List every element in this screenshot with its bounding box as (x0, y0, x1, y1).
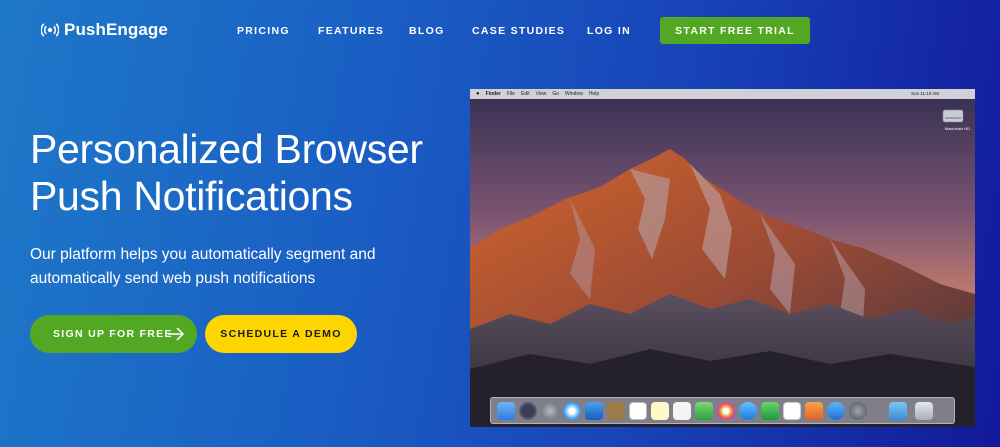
facetime-icon (761, 402, 779, 420)
nav-link-pricing[interactable]: PRICING (237, 25, 290, 37)
safari-icon (563, 402, 581, 420)
menu-item-help: Help (588, 91, 600, 97)
sign-up-button-label: SIGN UP FOR FREE (53, 328, 173, 340)
top-navigation: PushEngage PRICING FEATURES BLOG CASE ST… (0, 0, 1000, 62)
app-store-icon (827, 402, 845, 420)
hard-drive-icon (942, 109, 964, 123)
menu-item-edit: Edit (520, 91, 530, 97)
nav-link-features[interactable]: FEATURES (318, 25, 384, 37)
product-screenshot: ● Finder File Edit View Go Window Help S… (470, 89, 975, 427)
hero-headline: Personalized Browser Push Notifications (30, 126, 460, 220)
hero-headline-line-2: Push Notifications (30, 173, 353, 219)
broadcast-icon (40, 21, 60, 39)
schedule-demo-button[interactable]: SCHEDULE A DEMO (205, 315, 357, 353)
photos-icon (717, 402, 735, 420)
brand-name: PushEngage (64, 20, 168, 39)
apple-icon: ● (476, 91, 480, 97)
hero-subtext-line-1: Our platform helps you automatically seg… (30, 246, 376, 263)
ibooks-icon (805, 402, 823, 420)
hero-headline-line-1: Personalized Browser (30, 126, 423, 172)
notes-icon (651, 402, 669, 420)
itunes-icon (783, 402, 801, 420)
calendar-icon (629, 402, 647, 420)
menu-bar-clock: Sun 11:10 AM (911, 91, 939, 96)
siri-icon (519, 402, 537, 420)
desktop-icon-label: Macintosh HD (944, 126, 970, 131)
nav-link-blog[interactable]: BLOG (409, 25, 445, 37)
menu-item-finder: Finder (485, 91, 501, 97)
hero-subtext: Our platform helps you automatically seg… (30, 243, 430, 291)
menu-item-window: Window (565, 91, 583, 97)
arrow-right-icon (167, 325, 185, 343)
mail-icon (585, 402, 603, 420)
launchpad-icon (541, 402, 559, 420)
contacts-icon (607, 402, 625, 420)
hero-subtext-line-2: automatically send web push notification… (30, 270, 316, 287)
sign-up-button[interactable]: SIGN UP FOR FREE (30, 315, 197, 353)
mac-dock (490, 397, 955, 424)
nav-link-log-in[interactable]: LOG IN (587, 25, 631, 37)
finder-icon (497, 402, 515, 420)
mac-menu-bar: ● Finder File Edit View Go Window Help S… (470, 89, 975, 99)
brand-logo[interactable]: PushEngage (40, 20, 168, 40)
messages-icon (739, 402, 757, 420)
downloads-folder-icon (889, 402, 907, 420)
menu-item-file: File (506, 91, 515, 97)
menu-item-view: View (535, 91, 547, 97)
menu-item-go: Go (552, 91, 560, 97)
reminders-icon (673, 402, 691, 420)
system-preferences-icon (849, 402, 867, 420)
mountain-wallpaper (470, 99, 975, 427)
start-free-trial-button[interactable]: START FREE TRIAL (660, 17, 810, 44)
nav-link-case-studies[interactable]: CASE STUDIES (472, 25, 565, 37)
maps-icon (695, 402, 713, 420)
trash-icon (915, 402, 933, 420)
